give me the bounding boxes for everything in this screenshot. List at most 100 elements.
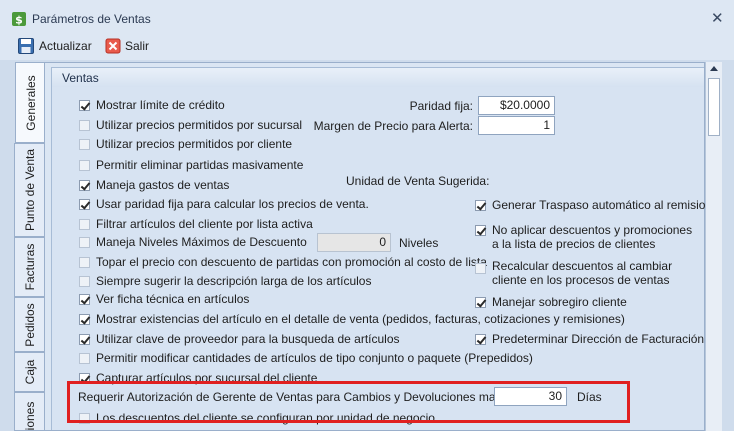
vertical-scrollbar[interactable] xyxy=(705,62,722,431)
check-mostrar-existencias[interactable]: Mostrar existencias del artículo en el d… xyxy=(79,309,625,329)
check-topar-precio[interactable]: Topar el precio con descuento de partida… xyxy=(79,252,487,272)
checkbox-box[interactable] xyxy=(475,263,486,274)
check-eliminar-partidas[interactable]: Permitir eliminar partidas masivamente xyxy=(79,155,303,175)
tab-promociones[interactable]: iones xyxy=(14,392,44,431)
autorizacion-label: Requerir Autorización de Gerente de Vent… xyxy=(78,390,535,404)
check-precios-sucursal[interactable]: Utilizar precios permitidos por sucursal xyxy=(79,115,302,135)
svg-text:$: $ xyxy=(15,14,23,27)
salir-button[interactable]: Salir xyxy=(105,36,149,56)
tab-caja-label: Caja xyxy=(22,359,37,385)
check-gastos-ventas[interactable]: Maneja gastos de ventas xyxy=(79,175,229,195)
checkbox-box[interactable] xyxy=(79,352,90,364)
actualizar-label: Actualizar xyxy=(39,39,92,53)
checkbox-label: Mostrar existencias del artículo en el d… xyxy=(96,312,625,326)
checkbox-label: Los descuentos del cliente se configuran… xyxy=(96,411,435,425)
check-descuentos-unidad-negocio[interactable]: Los descuentos del cliente se configuran… xyxy=(79,408,435,428)
check-clave-proveedor[interactable]: Utilizar clave de proveedor para la busq… xyxy=(79,329,400,349)
checkbox-label: Permitir eliminar partidas masivamente xyxy=(96,158,304,172)
toolbar: Actualizar Salir xyxy=(0,34,734,60)
niveles-descuento-input[interactable]: 0 xyxy=(317,233,391,252)
checkbox-box[interactable] xyxy=(79,159,90,171)
exit-red-x-icon xyxy=(105,38,121,54)
check-capturar-sucursal[interactable]: Capturar artículos por sucursal del clie… xyxy=(79,368,317,388)
checkbox-label: Capturar artículos por sucursal del clie… xyxy=(96,371,318,385)
actualizar-button[interactable]: Actualizar xyxy=(17,36,92,56)
checkbox-box[interactable] xyxy=(475,333,486,345)
checkbox-box[interactable] xyxy=(79,293,90,305)
checkbox-label: Maneja Niveles Máximos de Descuento xyxy=(96,235,307,249)
paridad-fija-label: Paridad fija: xyxy=(409,99,473,113)
autorizacion-unit-label: Días xyxy=(577,390,602,404)
checkbox-box[interactable] xyxy=(79,119,90,131)
check-filtrar-articulos[interactable]: Filtrar artículos del cliente por lista … xyxy=(79,214,313,234)
checkbox-label: Topar el precio con descuento de partida… xyxy=(96,255,487,269)
checkbox-label: Usar paridad fija para calcular los prec… xyxy=(96,197,369,211)
check-descripcion-larga[interactable]: Siempre sugerir la descripción larga de … xyxy=(79,271,371,291)
checkbox-box[interactable] xyxy=(475,225,486,236)
checkbox-box[interactable] xyxy=(79,218,90,230)
check-predeterminar-direccion[interactable]: Predeterminar Dirección de Facturación xyxy=(475,329,704,349)
checkbox-label: Ver ficha técnica en artículos xyxy=(96,292,250,306)
checkbox-label: Utilizar precios permitidos por sucursal xyxy=(96,118,303,132)
checkbox-box[interactable] xyxy=(79,198,90,210)
check-no-aplicar-descuentos[interactable]: No aplicar descuentos y promociones a la… xyxy=(475,223,695,253)
scroll-up-arrow-icon[interactable] xyxy=(710,66,718,71)
checkbox-label: Manejar sobregiro cliente xyxy=(492,295,627,309)
checkbox-label: Filtrar artículos del cliente por lista … xyxy=(96,217,313,231)
checkbox-label: Maneja gastos de ventas xyxy=(96,178,230,192)
save-disk-icon xyxy=(18,38,34,54)
checkbox-box[interactable] xyxy=(79,372,90,384)
scroll-thumb[interactable] xyxy=(708,78,720,136)
tab-promociones-label: iones xyxy=(22,401,37,431)
autorizacion-dias-input[interactable]: 30 xyxy=(494,387,567,406)
ventas-section-title: Ventas xyxy=(62,71,99,85)
tab-generales-label: Generales xyxy=(24,74,38,131)
window-title: Parámetros de Ventas xyxy=(32,12,151,26)
checkbox-box[interactable] xyxy=(79,412,90,424)
check-niveles-descuento[interactable]: Maneja Niveles Máximos de Descuento xyxy=(79,232,307,252)
checkbox-box[interactable] xyxy=(79,256,90,268)
title-bar: $ Parámetros de Ventas ✕ xyxy=(0,0,734,34)
vertical-tab-strip: Generales Punto de Venta Facturas Pedido… xyxy=(14,62,46,431)
checkbox-box[interactable] xyxy=(79,138,90,150)
checkbox-label: No aplicar descuentos y promociones a la… xyxy=(492,223,693,251)
check-recalcular-descuentos[interactable]: Recalcular descuentos al cambiar cliente… xyxy=(475,259,695,289)
margen-precio-input[interactable]: 1 xyxy=(478,116,555,135)
check-ficha-tecnica[interactable]: Ver ficha técnica en artículos xyxy=(79,289,249,309)
checkbox-box[interactable] xyxy=(475,296,486,308)
tab-generales[interactable]: Generales xyxy=(15,62,46,143)
paridad-fija-input[interactable]: $20.0000 xyxy=(478,96,555,115)
check-mostrar-limite-credito[interactable]: Mostrar límite de crédito xyxy=(79,95,225,115)
tab-pedidos-label: Pedidos xyxy=(22,302,37,347)
checkbox-box[interactable] xyxy=(79,179,90,191)
checkbox-label: Utilizar clave de proveedor para la busq… xyxy=(96,332,400,346)
checkbox-box[interactable] xyxy=(79,99,90,111)
tab-caja[interactable]: Caja xyxy=(14,352,44,392)
window-right-edge xyxy=(722,62,734,431)
checkbox-label: Recalcular descuentos al cambiar cliente… xyxy=(492,259,673,287)
check-modificar-cantidades[interactable]: Permitir modificar cantidades de artícul… xyxy=(79,348,533,368)
checkbox-label: Generar Traspaso automático al remisiona… xyxy=(492,198,723,212)
unidad-venta-label: Unidad de Venta Sugerida: xyxy=(346,174,490,188)
tab-facturas[interactable]: Facturas xyxy=(14,237,44,297)
tab-pedidos[interactable]: Pedidos xyxy=(14,297,44,352)
tab-facturas-label: Facturas xyxy=(22,243,37,291)
checkbox-box[interactable] xyxy=(79,275,90,287)
check-precios-cliente[interactable]: Utilizar precios permitidos por cliente xyxy=(79,134,292,154)
salir-label: Salir xyxy=(125,39,150,53)
close-window-button[interactable]: ✕ xyxy=(711,9,724,27)
tab-punto-de-venta-label: Punto de Venta xyxy=(22,148,37,232)
checkbox-box[interactable] xyxy=(79,236,90,248)
checkbox-box[interactable] xyxy=(475,199,486,211)
check-paridad-fija[interactable]: Usar paridad fija para calcular los prec… xyxy=(79,194,369,214)
tab-punto-de-venta[interactable]: Punto de Venta xyxy=(14,143,44,237)
checkbox-label: Mostrar límite de crédito xyxy=(96,98,225,112)
check-generar-traspaso[interactable]: Generar Traspaso automático al remisiona… xyxy=(475,195,723,215)
checkbox-box[interactable] xyxy=(79,313,90,325)
check-manejar-sobregiro[interactable]: Manejar sobregiro cliente xyxy=(475,292,627,312)
checkbox-label: Predeterminar Dirección de Facturación xyxy=(492,332,705,346)
margen-precio-label: Margen de Precio para Alerta: xyxy=(313,119,473,133)
ventas-group-header: Ventas xyxy=(51,67,704,87)
checkbox-box[interactable] xyxy=(79,333,90,345)
niveles-unit-label: Niveles xyxy=(399,236,439,250)
